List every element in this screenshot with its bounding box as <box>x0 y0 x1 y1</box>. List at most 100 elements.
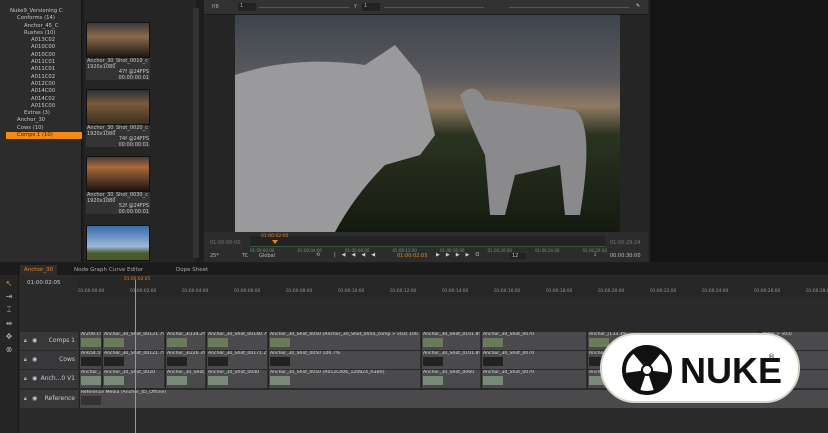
timeline-clip[interactable]: Anchor_30_Shot_0101.8% <box>421 332 480 350</box>
in-timecode[interactable]: 01:00:00:00 <box>210 240 241 246</box>
timeline-clip[interactable]: Anchor_30_Shot_0060 <box>421 370 480 388</box>
timeline-clip[interactable]: Anchor_30_Shot_00171.2% <box>206 351 267 369</box>
viewer-ruler-label: 01:00:00:00 <box>250 248 275 253</box>
timeline-clip[interactable]: Anchor_30_Shot_0020 <box>102 370 164 388</box>
clip-thumbnail <box>104 338 124 347</box>
timeline-clip[interactable]: Anchor_30_Shot_00140.7% <box>206 332 267 350</box>
timeline-clip[interactable]: Anchor_30_Shot_0070 <box>481 370 586 388</box>
razor-icon[interactable]: ✥ <box>0 332 18 341</box>
out-timecode[interactable]: 01:00:29:24 <box>610 240 641 246</box>
eye-icon[interactable]: ◉ <box>32 351 37 369</box>
bin-item[interactable]: A011C01 <box>6 66 82 73</box>
eye-icon[interactable]: ◉ <box>32 370 37 388</box>
timeline-playhead[interactable] <box>135 280 136 433</box>
bin-item[interactable]: A010C00 <box>6 52 82 59</box>
timeline-clip[interactable]: Anchor_30_Shot_00121.7% <box>102 332 164 350</box>
timeline-clip[interactable]: Anchor_30_Shot_0070 <box>481 351 586 369</box>
timeline-clip[interactable]: Anchor_3I134.2% <box>165 332 205 350</box>
timeline-clip[interactable]: Anchor_30_Shot_0050 (Anchor_30_Shot_0050… <box>268 332 420 350</box>
viewer-scrubber[interactable] <box>250 236 605 247</box>
svg-text:®: ® <box>768 353 775 361</box>
slip-icon[interactable]: ⌶ <box>0 305 18 315</box>
tab-dope-sheet[interactable]: Dope Sheet <box>172 265 212 275</box>
gamma-slider[interactable] <box>384 7 484 8</box>
step-input[interactable]: 12 <box>510 253 526 259</box>
scope-select[interactable]: Global <box>259 253 275 259</box>
timeline-ruler[interactable]: 01:00:00:00 01:00:02:00 01:00:04:00 01:00:0… <box>78 277 828 297</box>
bin-clip[interactable] <box>86 225 150 261</box>
bin-item[interactable]: A011C02 <box>6 74 82 81</box>
eye-icon[interactable]: ◉ <box>32 332 37 350</box>
timeline-clip[interactable]: Anchor_3I <box>79 370 101 388</box>
timeline-clip[interactable]: An654.5% <box>79 351 101 369</box>
pen-icon[interactable]: ✎ <box>636 3 640 9</box>
eye-icon[interactable]: ◉ <box>32 390 37 408</box>
bin-item[interactable]: Extras (3) <box>6 110 82 117</box>
track-header[interactable]: 🔒︎ ◉ Reference <box>20 390 78 408</box>
bin-item[interactable]: A011C01 <box>6 59 82 66</box>
viewer-image[interactable] <box>235 15 620 232</box>
bin-clip[interactable]: Anchor_30_Shot_0010_c 1920x1080 47f @24FPS… <box>86 22 150 80</box>
bin-item[interactable]: A012C00 <box>6 81 82 88</box>
clip-label: Anchor_30_Shot_0050 (A012C006_120824_R3B… <box>270 370 385 375</box>
bin-item[interactable]: A013C02 <box>6 37 82 44</box>
bin-clip[interactable]: Anchor_30_Shot_0020_c 1920x1080 74f @24FPS… <box>86 89 150 147</box>
tc-mode-select[interactable]: TC <box>242 253 248 259</box>
timeline-clip[interactable]: Anchor_3I226.3% <box>165 351 205 369</box>
track-header[interactable]: 🔒︎ ◉ Comps 1 <box>20 332 78 350</box>
frame-stop[interactable]: f/8 <box>212 4 219 10</box>
volume-slider[interactable] <box>509 7 629 8</box>
bin-item[interactable]: A014C02 <box>6 96 82 103</box>
gamma-input[interactable]: 1 <box>362 3 380 11</box>
tab-curve-editor[interactable]: Curve Editor <box>105 265 147 275</box>
clip-thumbnail <box>483 357 503 366</box>
bin-item[interactable]: Anchor_30 <box>6 117 82 124</box>
timeline-clip[interactable]: Anchor_30_Shot_00121.7% <box>102 351 164 369</box>
clip-thumbnail <box>483 338 503 347</box>
timeline-clip[interactable]: Anchor_30_Shot_( <box>165 370 205 388</box>
bin-scrollbar[interactable] <box>193 8 199 258</box>
bin-clip[interactable]: Anchor_30_Shot_0030_c 1920x1080 52f @24FPS… <box>86 156 150 214</box>
tab-bar: Anchor_30 Node Graph Curve Editor Dope Shee… <box>0 263 828 275</box>
select-track-icon[interactable]: ⇥ <box>0 292 18 301</box>
scrubber-playhead[interactable] <box>272 240 278 244</box>
bin-item[interactable]: Rushes (10) <box>6 30 82 37</box>
bin-item[interactable]: Conforms (14) <box>6 15 82 22</box>
bin-item[interactable]: Nuke9_Versioning C <box>6 8 82 15</box>
lock-icon[interactable]: 🔒︎ <box>24 332 27 350</box>
bin-item[interactable]: Cows (10) <box>6 125 82 132</box>
bin-item[interactable]: Anchor_45_C <box>6 23 82 30</box>
lock-icon[interactable]: 🔒︎ <box>24 390 27 408</box>
timeline-clip[interactable]: Anchor_30_Shot_0050 (A012C006_120824_R3B… <box>268 370 420 388</box>
multi-tool-icon[interactable]: ↖ <box>0 279 18 288</box>
gamma-label: Y <box>354 4 358 10</box>
clip-tc: 00:00:00:01 <box>118 208 149 215</box>
bin-item[interactable]: A014C00 <box>6 88 82 95</box>
ruler-label: 01:00:20:00 <box>598 289 625 294</box>
tab-anchor_30[interactable]: Anchor_30 <box>20 265 58 275</box>
track-header[interactable]: 🔒︎ ◉ Cows <box>20 351 78 369</box>
timeline-clip[interactable]: Anchor_30_Shot_0040 <box>206 370 267 388</box>
timeline-clip[interactable]: Anchor_30_Shot_0101.8% <box>421 351 480 369</box>
timeline-clip[interactable]: Anchor_30_Shot_0050 100.7% <box>268 351 420 369</box>
timeline-clip[interactable]: Ar209.1% <box>79 332 101 350</box>
bin-item[interactable]: Comps 1 (10) <box>6 132 82 140</box>
ruler-label: 01:00:28:00 <box>806 289 828 294</box>
lock-icon[interactable]: 🔒︎ <box>24 351 27 369</box>
slide-icon[interactable]: ⇹ <box>0 319 18 328</box>
clip-label: Anchor_3I <box>81 370 101 375</box>
fps-select[interactable]: 25* <box>210 253 219 259</box>
track-header[interactable]: 🔒︎ ◉ Anch...0 V1 <box>20 370 78 388</box>
lock-icon[interactable]: 🔒︎ <box>24 370 27 388</box>
zoom-icon[interactable]: ⊗ <box>0 345 18 354</box>
gain-input[interactable]: 1 <box>238 3 256 11</box>
bin-item[interactable]: A010C00 <box>6 44 82 51</box>
clip-label: Anchor_30_Shot_( <box>167 370 205 375</box>
bin-item[interactable]: A015C00 <box>6 103 82 110</box>
viewer-toolbar: f/8 1 Y 1 ✎ <box>204 0 648 15</box>
clip-thumbnail <box>167 338 187 347</box>
timeline-clip[interactable]: Anchor_30_Shot_0070 <box>481 332 586 350</box>
gain-slider[interactable] <box>259 7 349 8</box>
current-timecode[interactable]: 01:00:02:05 <box>397 253 428 259</box>
clip-label: Anchor_30_Shot_0070 <box>483 370 535 375</box>
